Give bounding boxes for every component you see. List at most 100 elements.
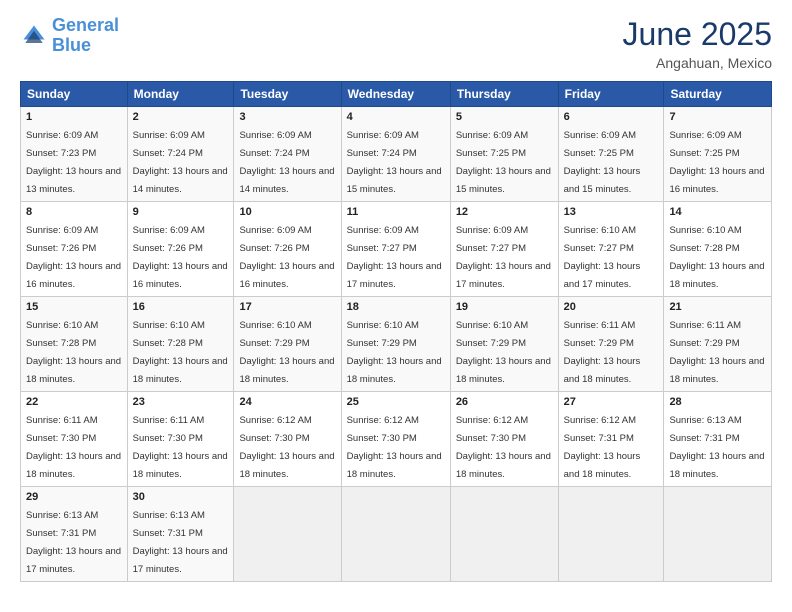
day-number: 6	[564, 111, 659, 123]
day-number: 3	[239, 111, 335, 123]
day-info: Sunrise: 6:10 AMSunset: 7:29 PMDaylight:…	[456, 320, 551, 385]
day-info: Sunrise: 6:13 AMSunset: 7:31 PMDaylight:…	[133, 510, 228, 575]
calendar-cell: 27 Sunrise: 6:12 AMSunset: 7:31 PMDaylig…	[558, 392, 664, 487]
day-info: Sunrise: 6:10 AMSunset: 7:29 PMDaylight:…	[347, 320, 442, 385]
calendar-cell: 20 Sunrise: 6:11 AMSunset: 7:29 PMDaylig…	[558, 297, 664, 392]
day-info: Sunrise: 6:10 AMSunset: 7:29 PMDaylight:…	[239, 320, 334, 385]
calendar-header-friday: Friday	[558, 82, 664, 107]
day-info: Sunrise: 6:09 AMSunset: 7:26 PMDaylight:…	[26, 225, 121, 290]
day-number: 27	[564, 396, 659, 408]
calendar-cell	[558, 487, 664, 582]
day-number: 2	[133, 111, 229, 123]
calendar-cell: 10 Sunrise: 6:09 AMSunset: 7:26 PMDaylig…	[234, 202, 341, 297]
day-info: Sunrise: 6:09 AMSunset: 7:24 PMDaylight:…	[239, 130, 334, 195]
day-number: 12	[456, 206, 553, 218]
calendar-cell	[341, 487, 450, 582]
day-info: Sunrise: 6:10 AMSunset: 7:28 PMDaylight:…	[133, 320, 228, 385]
day-number: 8	[26, 206, 122, 218]
day-number: 24	[239, 396, 335, 408]
day-number: 29	[26, 491, 122, 503]
calendar-cell: 5 Sunrise: 6:09 AMSunset: 7:25 PMDayligh…	[450, 107, 558, 202]
calendar-header-tuesday: Tuesday	[234, 82, 341, 107]
day-info: Sunrise: 6:09 AMSunset: 7:25 PMDaylight:…	[669, 130, 764, 195]
calendar-header-monday: Monday	[127, 82, 234, 107]
calendar-cell: 4 Sunrise: 6:09 AMSunset: 7:24 PMDayligh…	[341, 107, 450, 202]
calendar-cell: 15 Sunrise: 6:10 AMSunset: 7:28 PMDaylig…	[21, 297, 128, 392]
calendar-cell: 28 Sunrise: 6:13 AMSunset: 7:31 PMDaylig…	[664, 392, 772, 487]
day-info: Sunrise: 6:11 AMSunset: 7:30 PMDaylight:…	[26, 415, 121, 480]
day-info: Sunrise: 6:09 AMSunset: 7:25 PMDaylight:…	[564, 130, 641, 195]
day-info: Sunrise: 6:09 AMSunset: 7:26 PMDaylight:…	[133, 225, 228, 290]
calendar-cell: 6 Sunrise: 6:09 AMSunset: 7:25 PMDayligh…	[558, 107, 664, 202]
calendar-cell: 21 Sunrise: 6:11 AMSunset: 7:29 PMDaylig…	[664, 297, 772, 392]
calendar-cell: 1 Sunrise: 6:09 AMSunset: 7:23 PMDayligh…	[21, 107, 128, 202]
day-info: Sunrise: 6:09 AMSunset: 7:24 PMDaylight:…	[133, 130, 228, 195]
calendar-header-thursday: Thursday	[450, 82, 558, 107]
logo-text: General Blue	[52, 16, 119, 56]
calendar-cell	[664, 487, 772, 582]
calendar-header-saturday: Saturday	[664, 82, 772, 107]
calendar-cell: 18 Sunrise: 6:10 AMSunset: 7:29 PMDaylig…	[341, 297, 450, 392]
calendar-cell: 2 Sunrise: 6:09 AMSunset: 7:24 PMDayligh…	[127, 107, 234, 202]
calendar-cell: 24 Sunrise: 6:12 AMSunset: 7:30 PMDaylig…	[234, 392, 341, 487]
day-info: Sunrise: 6:09 AMSunset: 7:25 PMDaylight:…	[456, 130, 551, 195]
day-number: 17	[239, 301, 335, 313]
calendar-cell: 9 Sunrise: 6:09 AMSunset: 7:26 PMDayligh…	[127, 202, 234, 297]
calendar-week-1: 1 Sunrise: 6:09 AMSunset: 7:23 PMDayligh…	[21, 107, 772, 202]
calendar-cell: 19 Sunrise: 6:10 AMSunset: 7:29 PMDaylig…	[450, 297, 558, 392]
day-info: Sunrise: 6:09 AMSunset: 7:27 PMDaylight:…	[347, 225, 442, 290]
day-number: 16	[133, 301, 229, 313]
calendar-cell: 29 Sunrise: 6:13 AMSunset: 7:31 PMDaylig…	[21, 487, 128, 582]
day-number: 18	[347, 301, 445, 313]
day-number: 5	[456, 111, 553, 123]
header: General Blue June 2025 Angahuan, Mexico	[20, 16, 772, 71]
page: General Blue June 2025 Angahuan, Mexico …	[0, 0, 792, 612]
day-number: 20	[564, 301, 659, 313]
day-number: 23	[133, 396, 229, 408]
day-number: 22	[26, 396, 122, 408]
location: Angahuan, Mexico	[623, 55, 772, 71]
day-number: 19	[456, 301, 553, 313]
day-info: Sunrise: 6:11 AMSunset: 7:29 PMDaylight:…	[669, 320, 764, 385]
calendar-cell: 11 Sunrise: 6:09 AMSunset: 7:27 PMDaylig…	[341, 202, 450, 297]
day-info: Sunrise: 6:10 AMSunset: 7:27 PMDaylight:…	[564, 225, 641, 290]
day-number: 13	[564, 206, 659, 218]
day-info: Sunrise: 6:13 AMSunset: 7:31 PMDaylight:…	[669, 415, 764, 480]
day-info: Sunrise: 6:12 AMSunset: 7:30 PMDaylight:…	[456, 415, 551, 480]
calendar-cell: 26 Sunrise: 6:12 AMSunset: 7:30 PMDaylig…	[450, 392, 558, 487]
day-number: 9	[133, 206, 229, 218]
day-number: 21	[669, 301, 766, 313]
day-info: Sunrise: 6:10 AMSunset: 7:28 PMDaylight:…	[669, 225, 764, 290]
day-number: 10	[239, 206, 335, 218]
logo-icon	[20, 22, 48, 50]
day-number: 30	[133, 491, 229, 503]
calendar-week-4: 22 Sunrise: 6:11 AMSunset: 7:30 PMDaylig…	[21, 392, 772, 487]
calendar-week-3: 15 Sunrise: 6:10 AMSunset: 7:28 PMDaylig…	[21, 297, 772, 392]
day-info: Sunrise: 6:11 AMSunset: 7:29 PMDaylight:…	[564, 320, 641, 385]
calendar-cell: 16 Sunrise: 6:10 AMSunset: 7:28 PMDaylig…	[127, 297, 234, 392]
day-number: 4	[347, 111, 445, 123]
day-info: Sunrise: 6:09 AMSunset: 7:24 PMDaylight:…	[347, 130, 442, 195]
day-info: Sunrise: 6:09 AMSunset: 7:27 PMDaylight:…	[456, 225, 551, 290]
day-info: Sunrise: 6:13 AMSunset: 7:31 PMDaylight:…	[26, 510, 121, 575]
calendar-cell	[450, 487, 558, 582]
day-info: Sunrise: 6:12 AMSunset: 7:30 PMDaylight:…	[347, 415, 442, 480]
calendar-cell: 17 Sunrise: 6:10 AMSunset: 7:29 PMDaylig…	[234, 297, 341, 392]
calendar-week-5: 29 Sunrise: 6:13 AMSunset: 7:31 PMDaylig…	[21, 487, 772, 582]
calendar-header-row: SundayMondayTuesdayWednesdayThursdayFrid…	[21, 82, 772, 107]
day-info: Sunrise: 6:10 AMSunset: 7:28 PMDaylight:…	[26, 320, 121, 385]
calendar-cell: 23 Sunrise: 6:11 AMSunset: 7:30 PMDaylig…	[127, 392, 234, 487]
title-block: June 2025 Angahuan, Mexico	[623, 16, 772, 71]
day-info: Sunrise: 6:12 AMSunset: 7:31 PMDaylight:…	[564, 415, 641, 480]
day-number: 1	[26, 111, 122, 123]
logo: General Blue	[20, 16, 119, 56]
calendar-cell: 3 Sunrise: 6:09 AMSunset: 7:24 PMDayligh…	[234, 107, 341, 202]
calendar-cell: 30 Sunrise: 6:13 AMSunset: 7:31 PMDaylig…	[127, 487, 234, 582]
day-number: 15	[26, 301, 122, 313]
day-info: Sunrise: 6:09 AMSunset: 7:23 PMDaylight:…	[26, 130, 121, 195]
day-info: Sunrise: 6:12 AMSunset: 7:30 PMDaylight:…	[239, 415, 334, 480]
calendar-cell: 14 Sunrise: 6:10 AMSunset: 7:28 PMDaylig…	[664, 202, 772, 297]
day-info: Sunrise: 6:11 AMSunset: 7:30 PMDaylight:…	[133, 415, 228, 480]
calendar: SundayMondayTuesdayWednesdayThursdayFrid…	[20, 81, 772, 582]
day-number: 28	[669, 396, 766, 408]
